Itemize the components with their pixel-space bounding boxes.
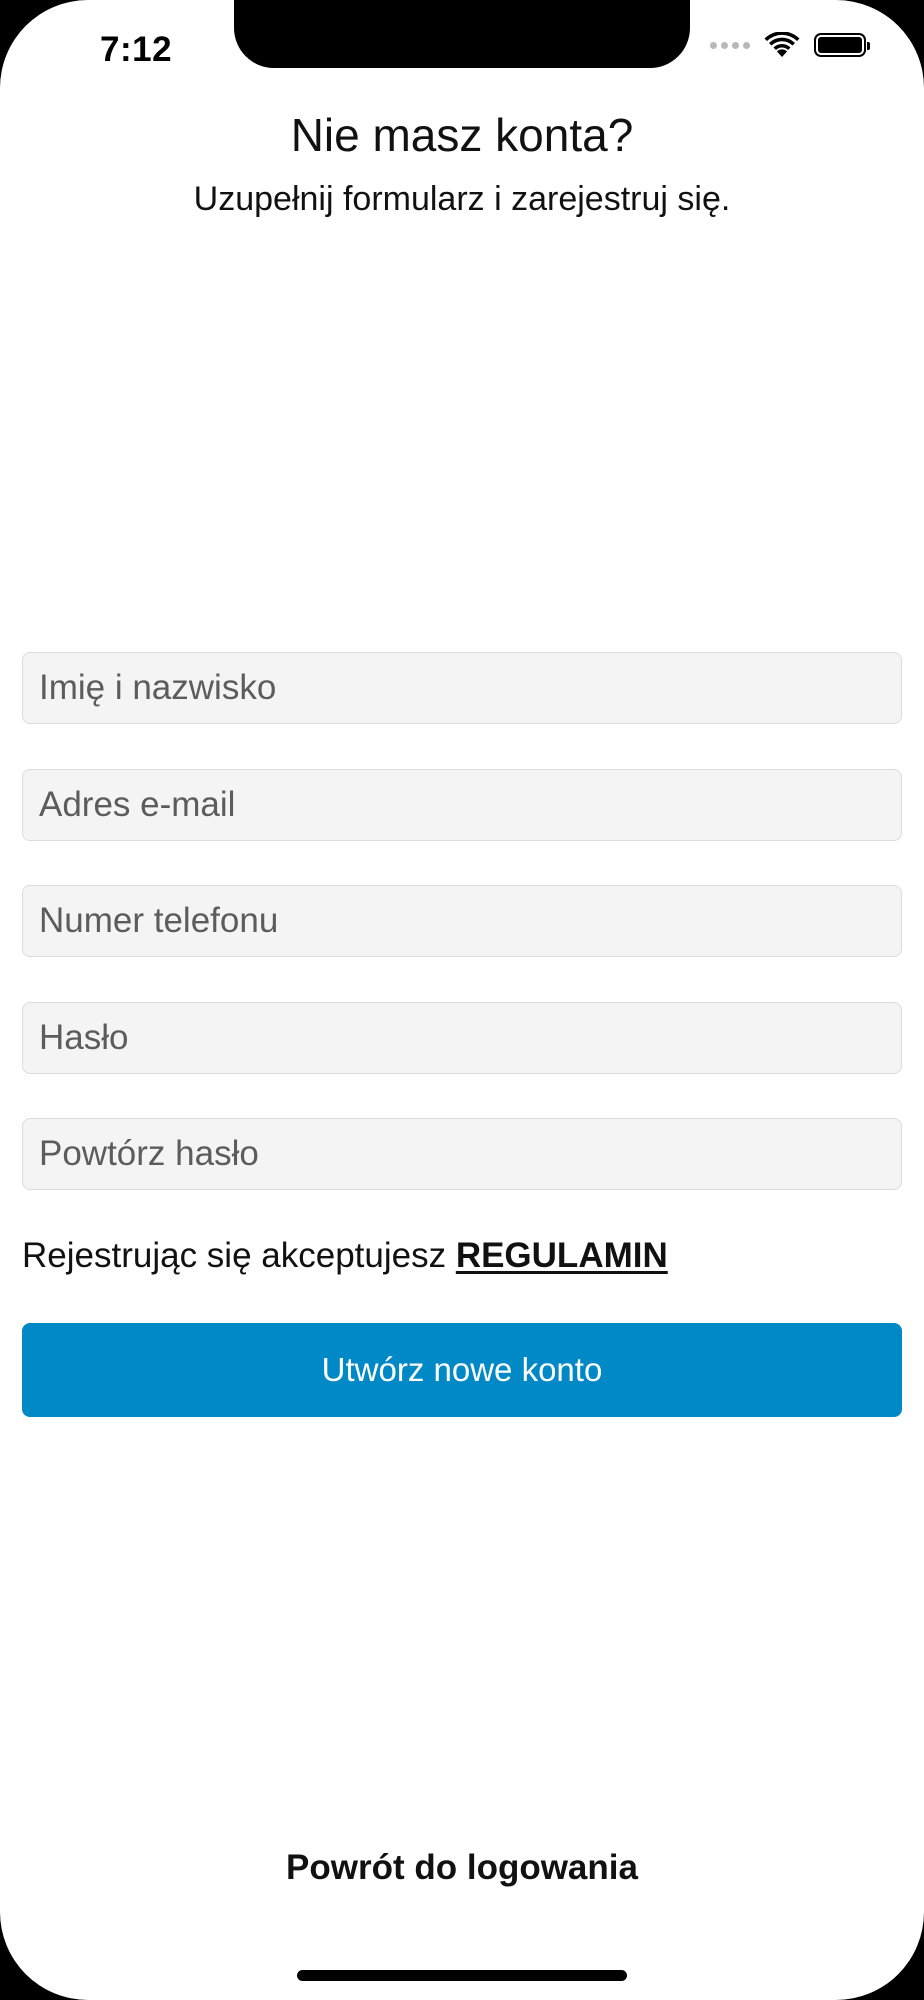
phone-field[interactable] bbox=[22, 885, 902, 957]
home-indicator[interactable] bbox=[297, 1970, 627, 1981]
wifi-icon bbox=[764, 32, 800, 57]
terms-link[interactable]: REGULAMIN bbox=[456, 1236, 668, 1275]
status-time: 7:12 bbox=[100, 30, 173, 69]
signal-dots-icon bbox=[710, 41, 750, 49]
page-subtitle: Uzupełnij formularz i zarejestruj się. bbox=[193, 180, 731, 218]
full-name-field[interactable] bbox=[22, 652, 902, 724]
email-field[interactable] bbox=[22, 769, 902, 841]
battery-icon bbox=[814, 33, 870, 57]
create-account-button[interactable]: Utwórz nowe konto bbox=[22, 1323, 902, 1417]
repeat-password-field[interactable] bbox=[22, 1118, 902, 1190]
status-icons bbox=[710, 32, 870, 58]
terms-notice: Rejestrując się akceptujesz REGULAMIN bbox=[22, 1236, 668, 1276]
terms-text: Rejestrując się akceptujesz bbox=[22, 1236, 456, 1275]
back-to-login-link[interactable]: Powrót do logowania bbox=[0, 1848, 924, 1888]
page-title: Nie masz konta? bbox=[290, 109, 634, 161]
device-notch bbox=[234, 0, 690, 68]
app-screen: 7:12 Nie masz konta? Uzupełnij formularz… bbox=[0, 0, 924, 2000]
password-field[interactable] bbox=[22, 1002, 902, 1074]
